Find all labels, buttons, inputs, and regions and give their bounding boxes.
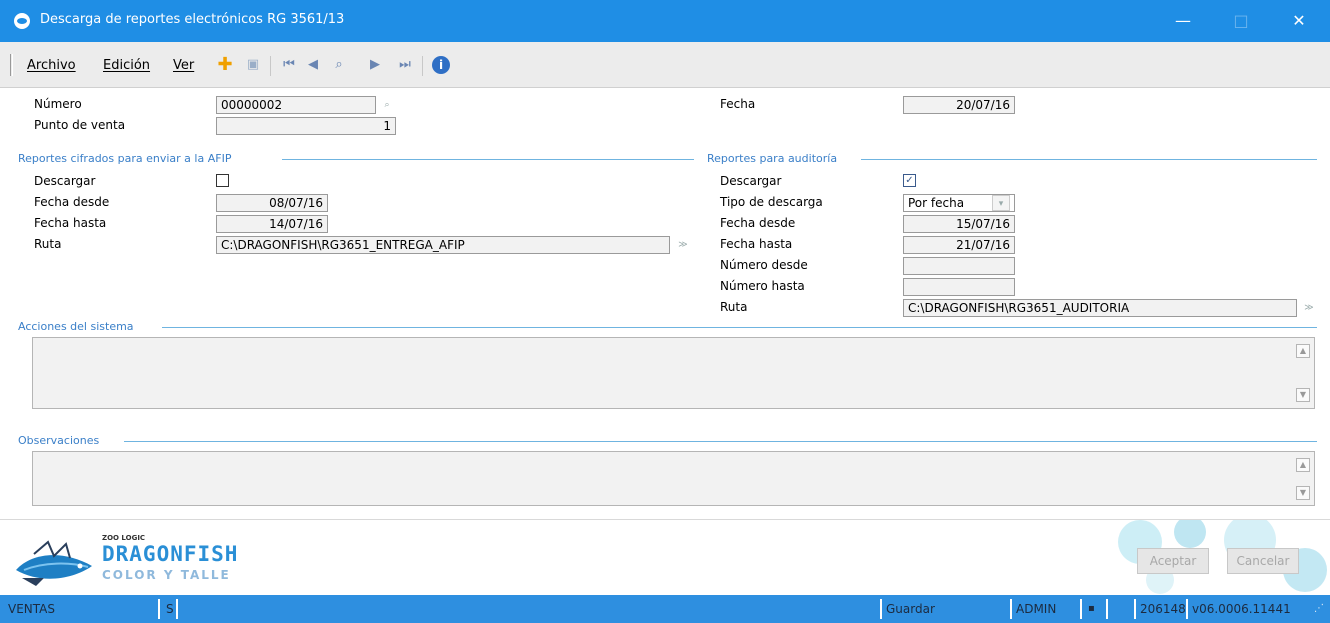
logo-brand: DRAGONFISH [102, 542, 239, 566]
status-mode: S [166, 602, 174, 616]
afip-section-line [282, 159, 694, 160]
logo-subtitle: COLOR Y TALLE [102, 568, 231, 582]
status-bar: VENTAS S Guardar ADMIN ▪ 206148 v06.0006… [0, 595, 1330, 623]
minimize-button[interactable]: — [1160, 0, 1206, 42]
logo-company: ZOO LOGIC [102, 534, 146, 542]
close-button[interactable]: ✕ [1276, 0, 1322, 42]
previous-record-icon[interactable]: ◀ [304, 56, 322, 74]
afip-ruta-label: Ruta [34, 237, 62, 251]
app-icon [14, 13, 30, 29]
status-separator [1010, 599, 1012, 619]
auditoria-tipo-label: Tipo de descarga [720, 195, 823, 209]
afip-fecha-hasta-field[interactable]: 14/07/16 [216, 215, 328, 233]
toolbar-separator [270, 56, 271, 76]
toolbar-grip[interactable] [10, 54, 13, 76]
status-separator [1080, 599, 1082, 619]
status-action: Guardar [886, 602, 935, 616]
status-build: 206148 [1140, 602, 1186, 616]
auditoria-section-title: Reportes para auditoría [707, 152, 838, 165]
status-separator [158, 599, 160, 619]
observaciones-scroll-up-icon[interactable]: ▲ [1296, 458, 1310, 472]
acciones-section-line [162, 327, 1317, 328]
auditoria-fecha-desde-label: Fecha desde [720, 216, 796, 230]
acciones-textarea[interactable] [32, 337, 1315, 409]
next-record-icon[interactable]: ▶ [366, 56, 384, 74]
afip-descargar-checkbox[interactable] [216, 174, 229, 187]
punto-venta-label: Punto de venta [34, 118, 126, 132]
acciones-scroll-up-icon[interactable]: ▲ [1296, 344, 1310, 358]
afip-ruta-field[interactable]: C:\DRAGONFISH\RG3651_ENTREGA_AFIP [216, 236, 670, 254]
afip-fecha-desde-label: Fecha desde [34, 195, 110, 209]
status-separator [176, 599, 178, 619]
fecha-label: Fecha [720, 97, 756, 111]
afip-section-title: Reportes cifrados para enviar a la AFIP [18, 152, 232, 165]
status-user: ADMIN [1016, 602, 1057, 616]
search-icon[interactable]: ⌕ [330, 56, 348, 74]
afip-fecha-desde-field[interactable]: 08/07/16 [216, 194, 328, 212]
status-separator [1186, 599, 1188, 619]
menu-archivo[interactable]: Archivo [27, 58, 76, 73]
acciones-section-title: Acciones del sistema [18, 320, 134, 333]
punto-venta-field[interactable]: 1 [216, 117, 396, 135]
menu-bar: Archivo Edición Ver ✚ ▣ ⏮ ◀ ⌕ ▶ ⏭ i [0, 42, 1330, 88]
title-bar: Descarga de reportes electrónicos RG 356… [0, 0, 1330, 42]
lock-icon: ▪ [1088, 603, 1095, 614]
resize-grip-icon[interactable]: ⋰ [1314, 595, 1324, 623]
auditoria-descargar-checkbox[interactable]: ✓ [903, 174, 916, 187]
auditoria-section-line [861, 159, 1317, 160]
observaciones-section-title: Observaciones [18, 434, 100, 447]
auditoria-numero-desde-label: Número desde [720, 258, 808, 272]
auditoria-ruta-browse-icon[interactable]: ≫ [1300, 300, 1318, 316]
auditoria-numero-hasta-label: Número hasta [720, 279, 805, 293]
auditoria-ruta-label: Ruta [720, 300, 748, 314]
numero-field[interactable]: 00000002 [216, 96, 376, 114]
status-separator [880, 599, 882, 619]
maximize-button[interactable]: □ [1218, 0, 1264, 42]
afip-fecha-hasta-label: Fecha hasta [34, 216, 107, 230]
save-icon[interactable]: ▣ [244, 56, 262, 74]
acciones-scroll-down-icon[interactable]: ▼ [1296, 388, 1310, 402]
fecha-field[interactable]: 20/07/16 [903, 96, 1015, 114]
afip-descargar-label: Descargar [34, 174, 96, 188]
status-separator [1134, 599, 1136, 619]
dragonfish-logo: ZOO LOGIC DRAGONFISH COLOR Y TALLE [14, 532, 304, 592]
footer: ZOO LOGIC DRAGONFISH COLOR Y TALLE Acept… [0, 519, 1330, 595]
toolbar-separator [422, 56, 423, 76]
auditoria-numero-hasta-field[interactable] [903, 278, 1015, 296]
numero-label: Número [34, 97, 82, 111]
observaciones-section-line [124, 441, 1317, 442]
first-record-icon[interactable]: ⏮ [280, 56, 298, 74]
observaciones-scroll-down-icon[interactable]: ▼ [1296, 486, 1310, 500]
window-title: Descarga de reportes electrónicos RG 356… [40, 12, 345, 27]
auditoria-descargar-label: Descargar [720, 174, 782, 188]
afip-ruta-browse-icon[interactable]: ≫ [674, 237, 692, 253]
aceptar-button[interactable]: Aceptar [1137, 548, 1209, 574]
info-icon[interactable]: i [432, 56, 450, 74]
auditoria-ruta-field[interactable]: C:\DRAGONFISH\RG3651_AUDITORIA [903, 299, 1297, 317]
menu-ver[interactable]: Ver [173, 58, 194, 73]
auditoria-fecha-hasta-label: Fecha hasta [720, 237, 793, 251]
add-icon[interactable]: ✚ [216, 56, 234, 74]
cancelar-button[interactable]: Cancelar [1227, 548, 1299, 574]
observaciones-textarea[interactable] [32, 451, 1315, 506]
status-version: v06.0006.11441 [1192, 602, 1291, 616]
last-record-icon[interactable]: ⏭ [396, 56, 414, 74]
status-module: VENTAS [8, 602, 55, 616]
auditoria-fecha-hasta-field[interactable]: 21/07/16 [903, 236, 1015, 254]
menu-edicion[interactable]: Edición [103, 58, 150, 73]
fish-logo-icon [16, 540, 92, 586]
auditoria-fecha-desde-field[interactable]: 15/07/16 [903, 215, 1015, 233]
numero-lookup-icon[interactable]: ⌕ [378, 97, 396, 113]
tipo-dropdown-chevron-icon[interactable]: ▾ [992, 195, 1010, 211]
status-separator [1106, 599, 1108, 619]
auditoria-numero-desde-field[interactable] [903, 257, 1015, 275]
